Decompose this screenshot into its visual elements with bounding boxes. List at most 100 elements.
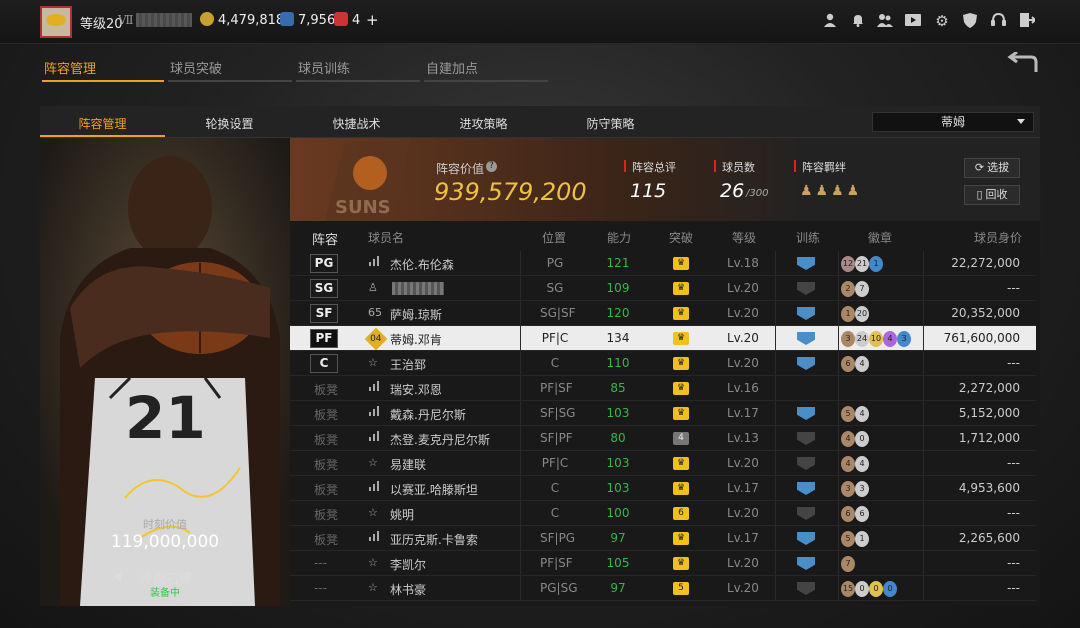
table-header: 阵容 球员名 位置 能力 突破 等级 训练 徽章 球员身价 (290, 221, 1040, 251)
bell-icon[interactable] (850, 13, 866, 29)
tab-breakthrough[interactable]: 球员突破 (168, 58, 292, 82)
tab-lineup[interactable]: 阵容管理 (42, 58, 164, 82)
table-row[interactable]: 板凳 杰登.麦克丹尼尔斯 SF|PF 80 4 Lv.13 4 0 1,712,000 (290, 426, 1036, 451)
exit-icon[interactable] (1019, 13, 1036, 29)
user-icon[interactable] (822, 13, 838, 29)
table-row[interactable]: --- ☆ 林书豪 PG|SG 97 5 Lv.20 15 0 0 0 --- (290, 576, 1036, 601)
column-divider (838, 376, 839, 401)
table-row[interactable]: SF 65 萨姆.琼斯 SG|SF 120 ♛ Lv.20 1 20 20,352,000 (290, 301, 1036, 326)
column-divider (775, 401, 776, 426)
column-divider (520, 526, 521, 551)
table-row[interactable]: 板凳 ☆ 姚明 C 100 6 Lv.20 6 6 --- (290, 501, 1036, 526)
training-icon (797, 282, 815, 295)
table-row[interactable]: C ☆ 王治郅 C 110 ♛ Lv.20 6 4 --- (290, 351, 1036, 376)
table-row[interactable]: PF 04 蒂姆.邓肯 PF|C 134 ♛ Lv.20 3 24 10 4 3 761,600,000 (290, 326, 1036, 351)
slot-label: --- (314, 556, 327, 570)
badge-icon: 4 (883, 331, 897, 347)
lineup-rating: 115 (630, 180, 667, 202)
table-row[interactable]: 板凳 瑞安.邓恩 PF|SF 85 ♛ Lv.16 2,272,000 (290, 376, 1036, 401)
player-rank-icon: ♙ (368, 281, 378, 294)
prev-card-arrow-icon[interactable] (114, 572, 121, 582)
player-level: Lv.20 (727, 556, 759, 570)
header-position: 位置 (542, 231, 567, 245)
table-row[interactable]: 板凳 ☆ 易建联 PF|C 103 ♛ Lv.20 4 4 --- (290, 451, 1036, 476)
column-divider (923, 351, 924, 376)
badge-list: 15 0 0 0 (841, 580, 897, 597)
svg-text:SUNS: SUNS (335, 197, 391, 218)
column-divider (520, 426, 521, 451)
header-level: 等级 (732, 231, 757, 245)
player-price: --- (1007, 556, 1020, 570)
player-position: PG|SG (540, 581, 578, 595)
column-divider (923, 476, 924, 501)
back-arrow-icon[interactable] (1006, 50, 1040, 80)
help-icon[interactable]: ? (486, 161, 497, 172)
player-position: PF|SF (540, 381, 573, 395)
crown-icon: ♛ (673, 557, 689, 570)
player-rank-icon: ☆ (368, 456, 378, 469)
player-name-blurred (392, 282, 444, 295)
table-row[interactable]: --- ☆ 李凯尔 PF|SF 105 ♛ Lv.20 7 --- (290, 551, 1036, 576)
table-row[interactable]: 板凳 戴森.丹尼尔斯 SF|SG 103 ♛ Lv.17 5 4 5,152,000 (290, 401, 1036, 426)
subtab-lineup[interactable]: 阵容管理 (40, 115, 165, 132)
subtab-defense[interactable]: 防守策略 (548, 115, 673, 132)
gold-amount: 4,479,818 (218, 13, 285, 28)
slot-label: 板凳 (314, 483, 339, 497)
player-rank-icon: ☆ (368, 506, 378, 519)
badge-icon: 0 (855, 581, 869, 597)
slot-label: 板凳 (314, 383, 339, 397)
player-position: SF|SG (540, 406, 576, 420)
select-button[interactable]: ⟳ 选拔 (964, 158, 1020, 178)
training-icon (797, 457, 815, 470)
player-level: Lv.17 (727, 481, 759, 495)
badge-list: 51 (841, 530, 869, 547)
player-dropdown[interactable]: 蒂姆 (872, 112, 1034, 132)
column-divider (775, 551, 776, 576)
player-card[interactable]: 21 时刻价值 119,000,000 冷面石佛 装备中 (40, 138, 290, 606)
crown-icon: ♛ (673, 282, 689, 295)
player-price: --- (1007, 456, 1020, 470)
player-position: C (550, 356, 560, 370)
column-divider (923, 326, 924, 351)
add-currency-button[interactable]: + (366, 11, 379, 29)
training-icon (797, 482, 815, 495)
avatar[interactable] (40, 6, 72, 38)
badge-icon: 20 (855, 306, 869, 322)
crown-icon: ♛ (673, 532, 689, 545)
player-position: SF|PF (540, 431, 573, 445)
column-divider (838, 576, 839, 601)
tab-custom-points[interactable]: 自建加点 (424, 58, 548, 82)
column-divider (838, 426, 839, 451)
crown-icon: ♛ (673, 382, 689, 395)
gear-icon[interactable]: ⚙ (934, 13, 950, 29)
header-name: 球员名 (368, 231, 405, 245)
table-row[interactable]: PG 杰伦.布伦森 PG 121 ♛ Lv.18 12 21 1 22,272,000 (290, 251, 1036, 276)
tab-training[interactable]: 球员训练 (296, 58, 420, 82)
player-ability: 134 (606, 331, 630, 345)
table-row[interactable]: 板凳 以赛亚.哈滕斯坦 C 103 ♛ Lv.17 3 3 4,953,600 (290, 476, 1036, 501)
bond-icons[interactable]: ♟♟♟♟ (800, 183, 862, 199)
video-icon[interactable] (905, 13, 921, 29)
player-position: PF|C (541, 456, 569, 470)
table-row[interactable]: 板凳 亚历克斯.卡鲁索 SF|PG 97 ♛ Lv.17 5 1 2,265,600 (290, 526, 1036, 551)
player-name: 萨姆.琼斯 (390, 308, 442, 322)
headset-icon[interactable] (990, 12, 1006, 29)
shield-icon[interactable] (962, 13, 978, 29)
friends-icon[interactable] (877, 13, 893, 29)
column-divider (923, 501, 924, 526)
player-price: 22,272,000 (951, 256, 1020, 270)
column-divider (838, 351, 839, 376)
subtab-quick-tactics[interactable]: 快捷战术 (294, 115, 419, 132)
player-ability: 109 (606, 281, 630, 295)
player-level: Lv.17 (727, 531, 759, 545)
player-ability: 100 (606, 506, 630, 520)
table-row[interactable]: SG ♙ SG 109 ♛ Lv.20 2 7 --- (290, 276, 1036, 301)
badge-icon: 7 (841, 556, 855, 572)
column-divider (923, 276, 924, 301)
column-divider (838, 301, 839, 326)
lineup-summary: SUNS 阵容价值 ? 939,579,200 阵容总评 115 球员数 26 … (290, 138, 1040, 221)
d-point-amount: 4 (352, 13, 361, 28)
recycle-button[interactable]: ▯ 回收 (964, 185, 1020, 205)
subtab-offense[interactable]: 进攻策略 (421, 115, 546, 132)
subtab-rotation[interactable]: 轮换设置 (167, 115, 292, 132)
